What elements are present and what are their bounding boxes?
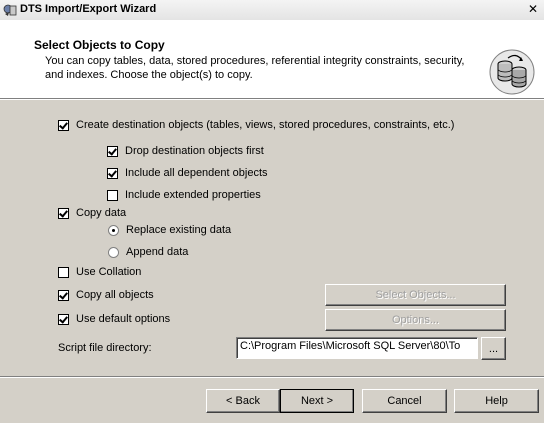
append-data-option[interactable]: Append data	[108, 244, 188, 260]
script-dir-label: Script file directory:	[58, 342, 152, 354]
use-collation-option[interactable]: Use Collation	[58, 264, 141, 280]
drop-destination-label: Drop destination objects first	[125, 145, 264, 157]
copy-data-option[interactable]: Copy data	[58, 205, 126, 221]
include-extended-option[interactable]: Include extended properties	[107, 187, 261, 203]
wizard-icon	[3, 4, 17, 16]
copy-all-objects-option[interactable]: Copy all objects	[58, 287, 154, 303]
options-button[interactable]: Options...	[325, 309, 506, 331]
next-button[interactable]: Next >	[280, 389, 354, 413]
title-bar: DTS Import/Export Wizard ✕	[0, 0, 544, 21]
script-dir-field[interactable]: C:\Program Files\Microsoft SQL Server\80…	[236, 337, 478, 359]
use-default-options-label: Use default options	[76, 313, 171, 325]
replace-existing-radio[interactable]	[108, 224, 119, 236]
select-objects-button[interactable]: Select Objects...	[325, 284, 506, 306]
page-title: Select Objects to Copy	[34, 38, 165, 52]
window-title: DTS Import/Export Wizard	[20, 3, 157, 15]
append-data-radio[interactable]	[108, 246, 119, 258]
create-destination-label: Create destination objects (tables, view…	[76, 119, 455, 131]
browse-button[interactable]: ...	[481, 337, 506, 360]
wizard-header: Select Objects to Copy You can copy tabl…	[0, 20, 544, 99]
use-default-options-checkbox[interactable]	[58, 313, 69, 325]
page-description: You can copy tables, data, stored proced…	[45, 55, 465, 81]
database-copy-icon	[489, 49, 535, 95]
use-default-options-option[interactable]: Use default options	[58, 311, 170, 327]
copy-data-label: Copy data	[76, 207, 127, 219]
create-destination-checkbox[interactable]	[58, 119, 69, 131]
replace-existing-option[interactable]: Replace existing data	[108, 222, 231, 238]
back-button[interactable]: < Back	[206, 389, 280, 413]
include-dependent-checkbox[interactable]	[107, 167, 118, 179]
copy-all-objects-checkbox[interactable]	[58, 289, 69, 301]
header-separator	[0, 99, 544, 100]
include-dependent-label: Include all dependent objects	[125, 167, 268, 179]
cancel-button[interactable]: Cancel	[362, 389, 447, 413]
include-extended-checkbox[interactable]	[107, 189, 118, 201]
replace-existing-label: Replace existing data	[126, 224, 232, 236]
help-button[interactable]: Help	[454, 389, 539, 413]
drop-destination-checkbox[interactable]	[107, 145, 118, 157]
include-dependent-option[interactable]: Include all dependent objects	[107, 165, 268, 181]
include-extended-label: Include extended properties	[125, 189, 261, 201]
create-destination-option[interactable]: Create destination objects (tables, view…	[58, 117, 454, 133]
append-data-label: Append data	[126, 246, 189, 258]
use-collation-label: Use Collation	[76, 266, 142, 278]
close-icon[interactable]: ✕	[526, 2, 540, 17]
drop-destination-option[interactable]: Drop destination objects first	[107, 143, 264, 159]
use-collation-checkbox[interactable]	[58, 266, 69, 278]
copy-all-objects-label: Copy all objects	[76, 289, 154, 301]
copy-data-checkbox[interactable]	[58, 207, 69, 219]
